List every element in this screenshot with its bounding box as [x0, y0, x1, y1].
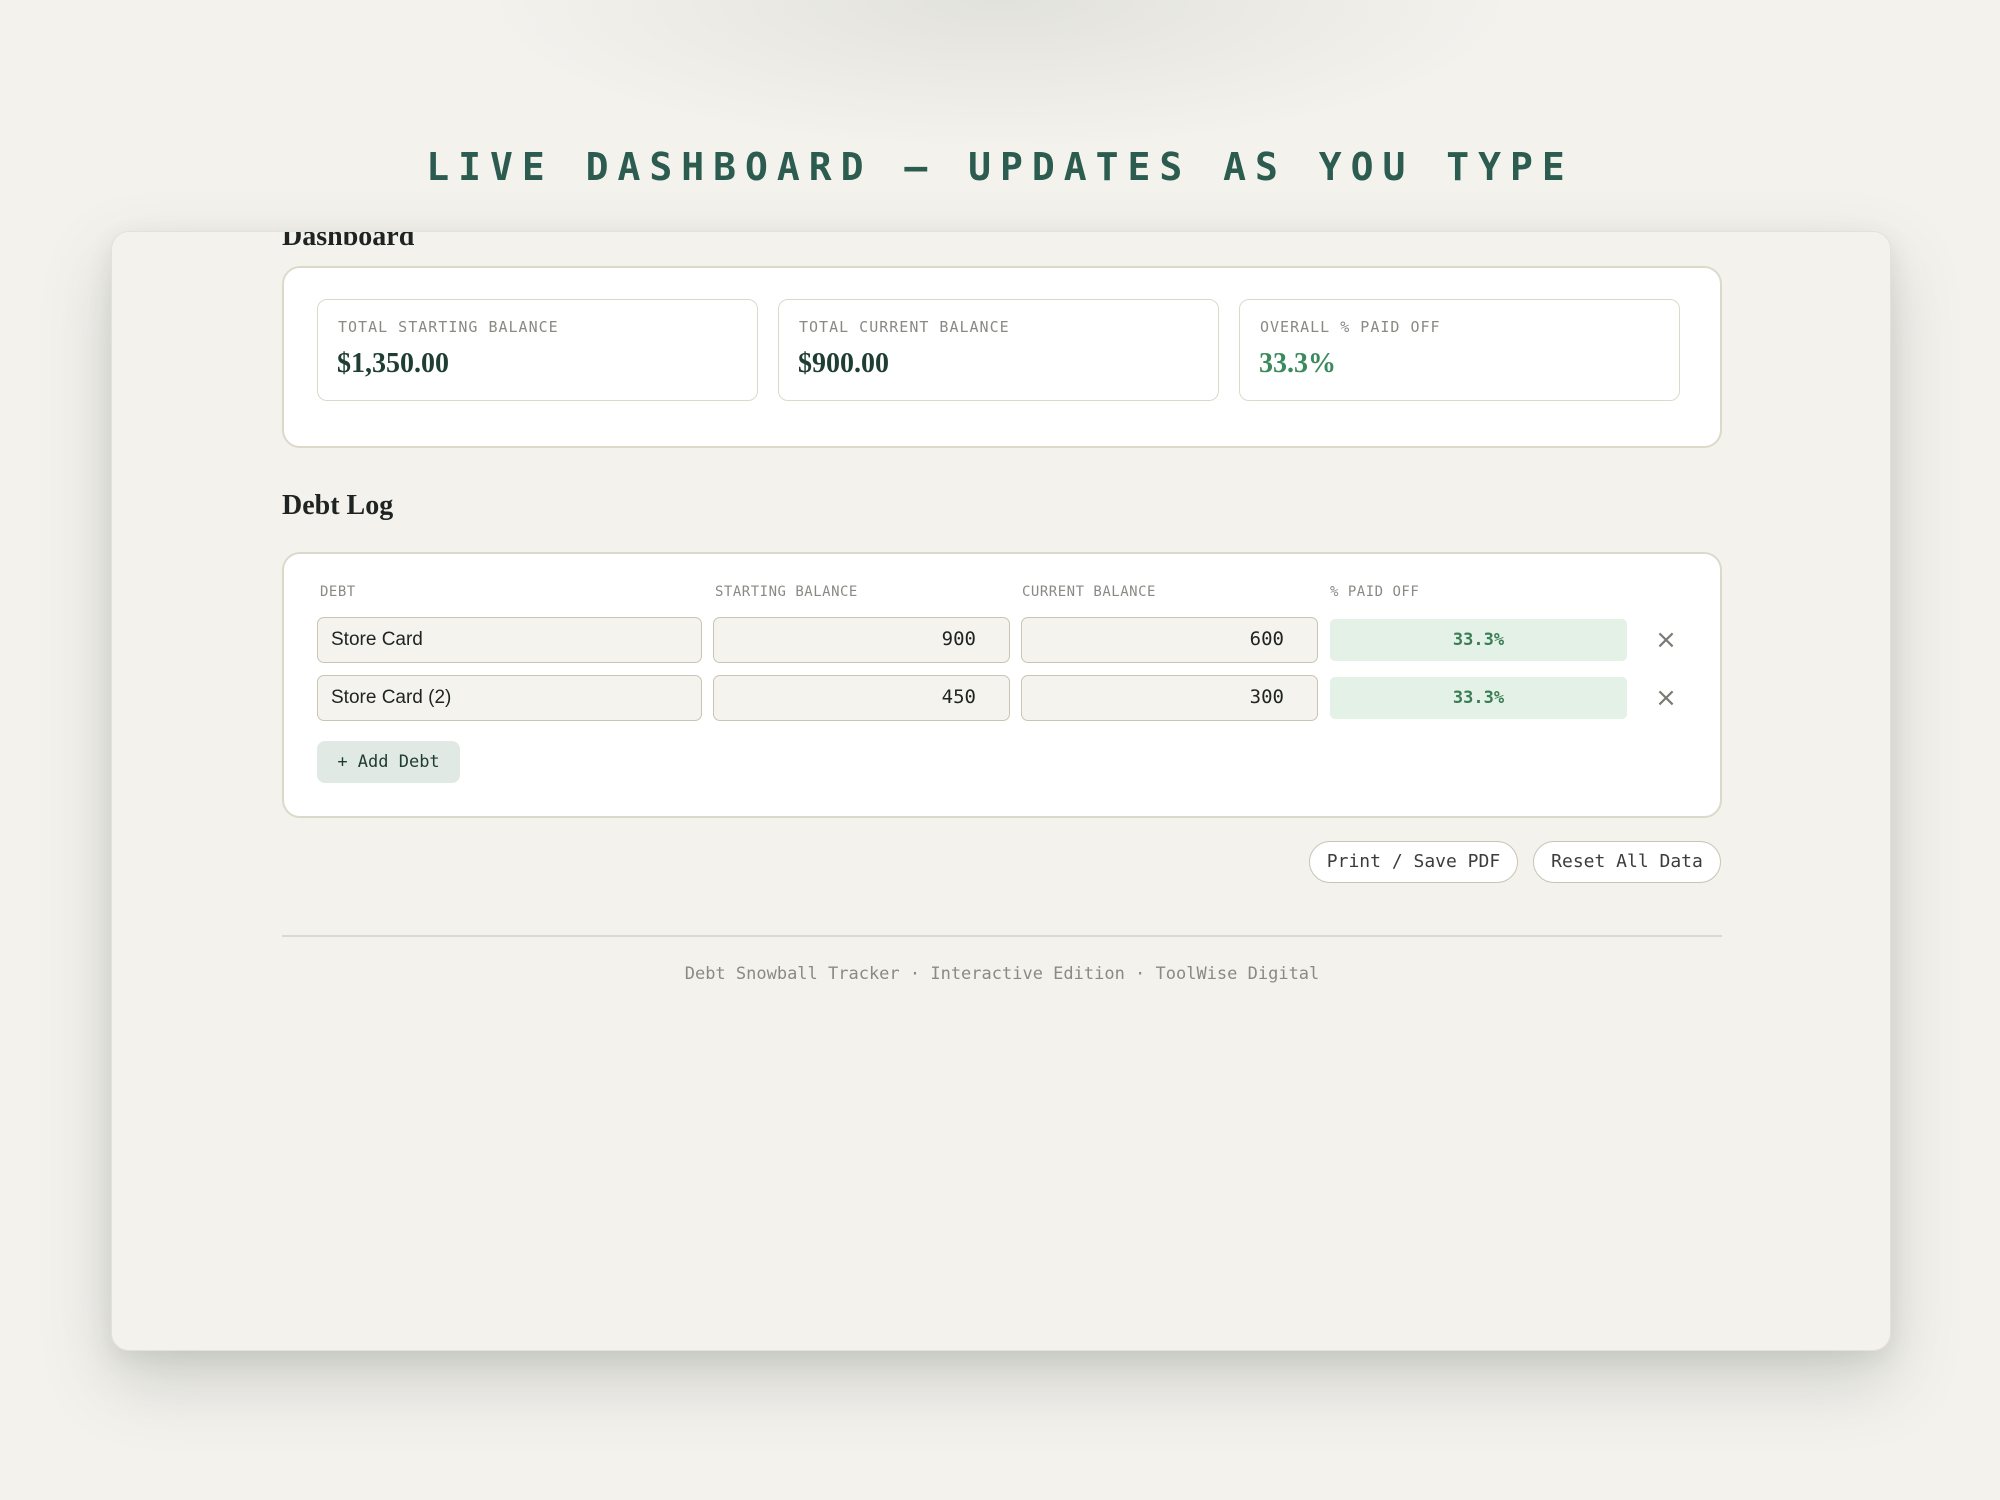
debt-log-card: DEBT STARTING BALANCE CURRENT BALANCE % … — [282, 552, 1722, 818]
column-header-starting-balance: STARTING BALANCE — [715, 584, 858, 600]
current-balance-input[interactable]: 600 — [1021, 617, 1318, 663]
add-debt-button[interactable]: + Add Debt — [317, 741, 460, 783]
column-header-paid-off: % PAID OFF — [1330, 584, 1420, 600]
debt-name-input[interactable]: Store Card (2) — [317, 675, 702, 721]
stat-total-starting-balance: TOTAL STARTING BALANCE $1,350.00 — [317, 299, 758, 401]
current-balance-input[interactable]: 300 — [1021, 675, 1318, 721]
starting-balance-input[interactable]: 900 — [713, 617, 1010, 663]
print-save-pdf-button[interactable]: Print / Save PDF — [1309, 841, 1518, 883]
page-title: LIVE DASHBOARD — UPDATES AS YOU TYPE — [426, 145, 1574, 189]
dashboard-card: TOTAL STARTING BALANCE $1,350.00 TOTAL C… — [282, 266, 1722, 448]
footer: Debt Snowball Tracker · Interactive Edit… — [684, 964, 1320, 984]
stat-value: $1,350.00 — [337, 348, 449, 379]
table-row: Store Card 900 600 33.3% × — [284, 617, 1720, 663]
stat-overall-paid-off: OVERALL % PAID OFF 33.3% — [1239, 299, 1680, 401]
close-icon[interactable]: × — [1651, 617, 1681, 663]
paid-off-badge: 33.3% — [1330, 677, 1627, 719]
debt-log-heading: Debt Log — [282, 490, 394, 521]
divider — [282, 935, 1722, 937]
stat-value: $900.00 — [798, 348, 889, 379]
dashboard-heading: Dashboard — [282, 231, 415, 252]
starting-balance-input[interactable]: 450 — [713, 675, 1010, 721]
stat-label: OVERALL % PAID OFF — [1260, 318, 1441, 336]
app-frame: Dashboard TOTAL STARTING BALANCE $1,350.… — [111, 231, 1891, 1351]
stat-label: TOTAL CURRENT BALANCE — [799, 318, 1010, 336]
close-icon[interactable]: × — [1651, 675, 1681, 721]
stat-label: TOTAL STARTING BALANCE — [338, 318, 559, 336]
stat-total-current-balance: TOTAL CURRENT BALANCE $900.00 — [778, 299, 1219, 401]
column-header-current-balance: CURRENT BALANCE — [1022, 584, 1156, 600]
stat-value: 33.3% — [1259, 348, 1336, 379]
reset-all-data-button[interactable]: Reset All Data — [1533, 841, 1721, 883]
paid-off-badge: 33.3% — [1330, 619, 1627, 661]
debt-name-input[interactable]: Store Card — [317, 617, 702, 663]
table-row: Store Card (2) 450 300 33.3% × — [284, 675, 1720, 721]
column-header-debt: DEBT — [320, 584, 356, 600]
